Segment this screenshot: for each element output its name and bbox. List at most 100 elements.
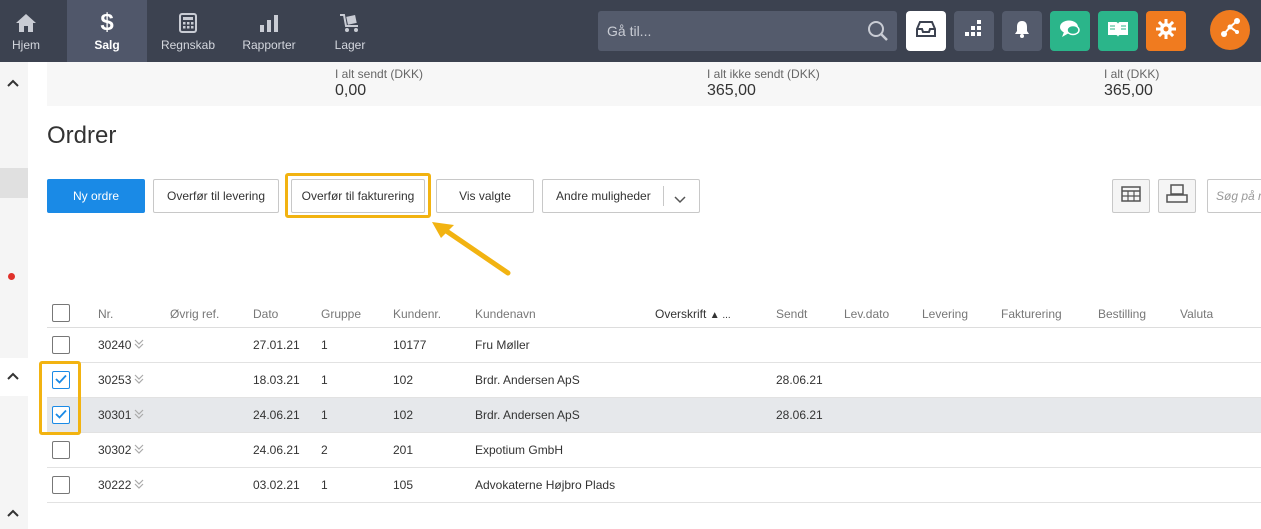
header-customer-name[interactable]: Kundenavn: [475, 307, 536, 321]
settings-button[interactable]: [1146, 11, 1186, 51]
rail-selected-item[interactable]: [0, 168, 28, 198]
nav-item-rapporter[interactable]: Rapporter: [236, 0, 302, 62]
nav-item-hjem[interactable]: Hjem: [0, 0, 52, 62]
inbox-icon: [915, 20, 937, 43]
cell-customer-no: 102: [393, 373, 414, 387]
show-selected-button[interactable]: Vis valgte: [436, 179, 534, 213]
chevron-up-icon[interactable]: [6, 76, 20, 90]
company-logo-icon: [1217, 15, 1243, 46]
order-search-input[interactable]: [1208, 180, 1261, 212]
table-row[interactable]: 30301 24.06.21 1 102 Brdr. Andersen ApS …: [47, 398, 1261, 433]
totals-summary: I alt sendt (DKK) 0,00 I alt ikke sendt …: [47, 62, 1261, 106]
header-delivery-date[interactable]: Lev.dato: [844, 307, 889, 321]
nav-label: Lager: [334, 37, 366, 52]
header-nr[interactable]: Nr.: [98, 307, 113, 321]
cell-customer-name: Fru Møller: [475, 338, 530, 352]
table-columns-icon: [1121, 185, 1141, 207]
bell-icon: [1013, 19, 1031, 44]
cell-group: 1: [321, 373, 328, 387]
header-ordering[interactable]: Bestilling: [1098, 307, 1146, 321]
bar-chart-icon: [259, 11, 279, 35]
chevron-down-icon[interactable]: [134, 478, 144, 493]
table-row[interactable]: 30222 03.02.21 1 105 Advokaterne Højbro …: [47, 468, 1261, 503]
header-delivery[interactable]: Levering: [922, 307, 968, 321]
notifications-button[interactable]: [1002, 11, 1042, 51]
chevron-down-icon[interactable]: [134, 338, 144, 353]
cell-group: 1: [321, 478, 328, 492]
transfer-to-invoicing-button[interactable]: Overfør til fakturering: [291, 179, 425, 213]
chevron-up-icon[interactable]: [6, 506, 20, 520]
header-heading[interactable]: Overskrift ▲ ...: [655, 307, 731, 321]
row-checkbox[interactable]: [52, 441, 70, 459]
cell-group: 2: [321, 443, 328, 457]
cell-group: 1: [321, 408, 328, 422]
home-icon: [15, 11, 37, 35]
other-options-label: Andre muligheder: [556, 189, 651, 203]
order-number: 30240: [98, 338, 132, 352]
sum-label: I alt (DKK): [1104, 67, 1160, 81]
nav-item-regnskab[interactable]: Regnskab: [155, 0, 221, 62]
header-other-ref[interactable]: Øvrig ref.: [170, 307, 219, 321]
table-row[interactable]: 30253 18.03.21 1 102 Brdr. Andersen ApS …: [47, 363, 1261, 398]
search-icon[interactable]: [867, 20, 889, 47]
help-book-button[interactable]: [1098, 11, 1138, 51]
header-date[interactable]: Dato: [253, 307, 278, 321]
global-search-input[interactable]: [598, 11, 858, 51]
not-sent-total: I alt ikke sendt (DKK) 365,00: [707, 67, 820, 100]
sum-value: 365,00: [1104, 82, 1153, 99]
transfer-to-delivery-button[interactable]: Overfør til levering: [153, 179, 279, 213]
nav-label: Salg: [94, 37, 120, 52]
header-customer-no[interactable]: Kundenr.: [393, 307, 441, 321]
cell-sent: 28.06.21: [776, 373, 823, 387]
chevron-down-icon[interactable]: [134, 443, 144, 458]
cell-nr: 30222: [98, 478, 144, 493]
print-button[interactable]: [1158, 179, 1196, 213]
global-search: [598, 11, 897, 51]
user-avatar[interactable]: [1210, 10, 1250, 50]
annotation-arrow-icon: [432, 222, 511, 276]
apps-button[interactable]: [954, 11, 994, 51]
sum-value: 365,00: [707, 82, 756, 99]
cell-sent: 28.06.21: [776, 408, 823, 422]
chevron-down-icon[interactable]: [134, 373, 144, 388]
order-number: 30301: [98, 408, 132, 422]
header-sent[interactable]: Sendt: [776, 307, 807, 321]
select-all-checkbox[interactable]: [52, 304, 70, 322]
row-checkbox[interactable]: [52, 476, 70, 494]
cart-icon: [339, 11, 361, 35]
chevron-up-icon[interactable]: [6, 369, 20, 383]
dollar-icon: $: [100, 8, 114, 36]
cell-group: 1: [321, 338, 328, 352]
nav-item-salg[interactable]: $ Salg: [67, 0, 147, 62]
cell-date: 18.03.21: [253, 373, 300, 387]
new-order-button[interactable]: Ny ordre: [47, 179, 145, 213]
nav-label: Hjem: [11, 37, 40, 52]
top-navigation-bar: Hjem $ Salg Regnskab Rapporter Lager: [0, 0, 1261, 62]
header-heading-label: Overskrift: [655, 307, 707, 321]
gear-icon: [1155, 18, 1177, 45]
row-checkbox[interactable]: [52, 336, 70, 354]
sent-total: I alt sendt (DKK) 0,00: [335, 67, 423, 100]
chat-button[interactable]: [1050, 11, 1090, 51]
left-rail: [0, 62, 28, 529]
table-row[interactable]: 30240 27.01.21 1 10177 Fru Møller: [47, 328, 1261, 363]
sum-value: 0,00: [335, 82, 367, 99]
header-currency[interactable]: Valuta: [1180, 307, 1213, 321]
columns-button[interactable]: [1112, 179, 1150, 213]
cell-date: 24.06.21: [253, 408, 300, 422]
header-group[interactable]: Gruppe: [321, 307, 361, 321]
table-row[interactable]: 30302 24.06.21 2 201 Expotium GmbH: [47, 433, 1261, 468]
cell-customer-no: 10177: [393, 338, 427, 352]
cell-customer-no: 201: [393, 443, 414, 457]
cell-nr: 30240: [98, 338, 144, 353]
chat-icon: [1059, 19, 1081, 44]
chevron-down-icon[interactable]: [674, 191, 686, 209]
order-number: 30222: [98, 478, 132, 492]
calculator-icon: [179, 11, 197, 35]
inbox-button[interactable]: [906, 11, 946, 51]
nav-item-lager[interactable]: Lager: [320, 0, 380, 62]
chevron-down-icon[interactable]: [134, 408, 144, 423]
header-invoicing[interactable]: Fakturering: [1001, 307, 1062, 321]
cell-customer-name: Brdr. Andersen ApS: [475, 408, 580, 422]
cell-nr: 30301: [98, 408, 144, 423]
